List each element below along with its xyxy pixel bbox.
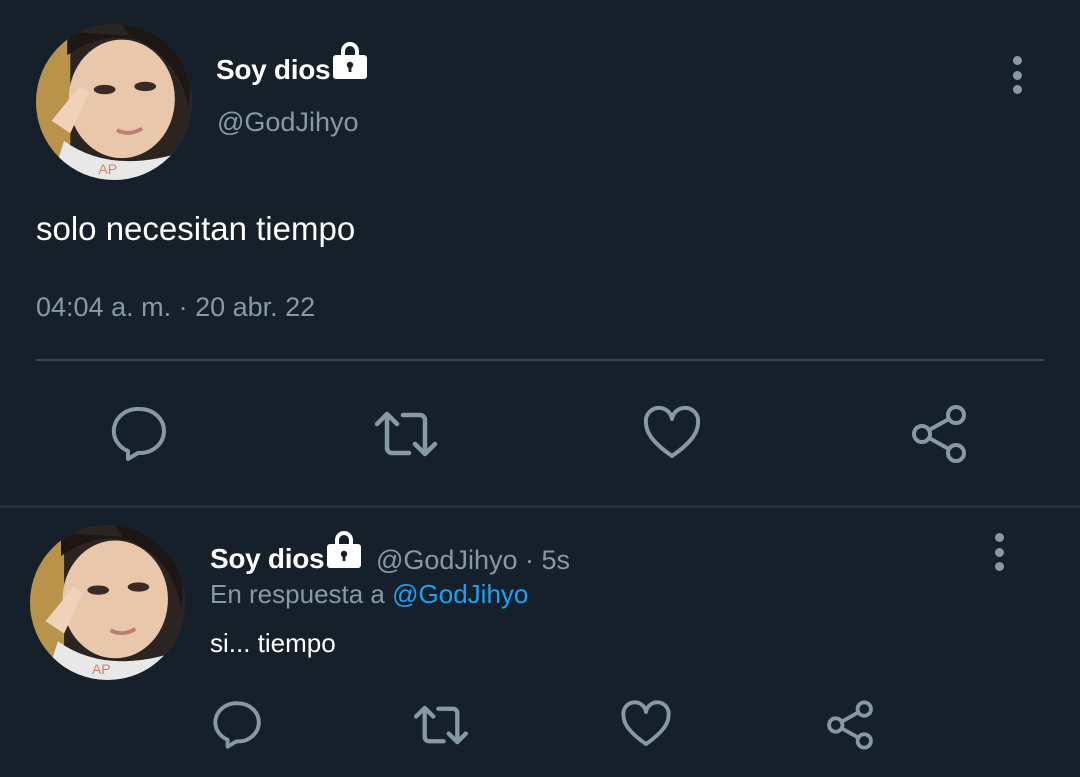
- more-vertical-icon[interactable]: [1007, 56, 1027, 94]
- share-button[interactable]: [822, 697, 878, 753]
- avatar[interactable]: AP: [30, 525, 185, 680]
- retweet-icon: [414, 705, 468, 745]
- username-handle[interactable]: @GodJihyo: [217, 107, 358, 138]
- avatar[interactable]: AP: [36, 24, 192, 180]
- like-button[interactable]: [640, 402, 704, 466]
- main-tweet: AP Soy dios @GodJihyo solo necesitan tie…: [0, 0, 1080, 505]
- lock-icon: [324, 529, 364, 569]
- tweet-detail-page: AP Soy dios @GodJihyo solo necesitan tie…: [0, 0, 1080, 777]
- heart-icon: [643, 405, 701, 458]
- divider: [36, 359, 1044, 361]
- tweet-timestamp[interactable]: 04:04 a. m. · 20 abr. 22: [36, 292, 315, 323]
- more-vertical-icon[interactable]: [989, 533, 1009, 571]
- svg-text:AP: AP: [92, 661, 111, 677]
- share-icon: [912, 405, 966, 463]
- display-name[interactable]: Soy dios: [216, 54, 331, 86]
- svg-text:AP: AP: [98, 161, 117, 177]
- tweet-text: si... tiempo: [210, 628, 336, 658]
- section-separator: [0, 505, 1080, 508]
- tweet-text: solo necesitan tiempo: [36, 210, 356, 247]
- reply-icon: [213, 701, 261, 749]
- reply-icon: [111, 407, 166, 461]
- retweet-icon: [374, 411, 438, 457]
- replying-to-label: En respuesta a: [210, 579, 385, 609]
- avatar-photo: AP: [36, 24, 192, 180]
- display-name[interactable]: Soy dios: [210, 543, 325, 575]
- mention-link[interactable]: @GodJihyo: [392, 579, 528, 609]
- lock-icon: [330, 40, 370, 80]
- heart-icon: [621, 700, 671, 747]
- share-icon: [827, 700, 873, 750]
- handle-and-time[interactable]: @GodJihyo · 5s: [376, 545, 570, 576]
- share-button[interactable]: [906, 402, 972, 466]
- reply-button[interactable]: [108, 402, 172, 466]
- replying-to: En respuesta a @GodJihyo: [210, 579, 528, 610]
- avatar-photo: AP: [30, 525, 185, 680]
- like-button[interactable]: [618, 697, 674, 753]
- reply-button[interactable]: [210, 697, 266, 753]
- retweet-button[interactable]: [371, 402, 441, 466]
- retweet-button[interactable]: [410, 697, 472, 753]
